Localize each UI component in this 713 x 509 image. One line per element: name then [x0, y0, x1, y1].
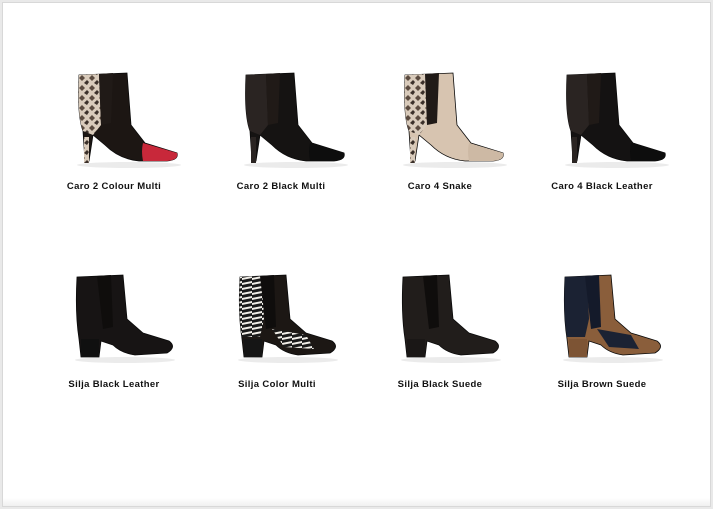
boot-image[interactable]: [365, 263, 515, 373]
boot-heel: [244, 339, 262, 357]
product-name[interactable]: Silja Brown Suede: [522, 379, 682, 390]
boot-image[interactable]: [527, 65, 677, 175]
boot-panel: [564, 276, 589, 337]
product-name[interactable]: Caro 4 Snake: [360, 181, 520, 192]
boot-panel: [245, 74, 268, 135]
elastic-gore: [425, 73, 439, 125]
product-card[interactable]: Caro 2 Colour Multi: [34, 65, 194, 192]
product-card[interactable]: Silja Color Multi: [197, 263, 357, 390]
boot-panel: [404, 74, 427, 135]
boot-image[interactable]: [202, 263, 352, 373]
boot-image[interactable]: [365, 65, 515, 175]
boot-image[interactable]: [39, 263, 189, 373]
product-name[interactable]: Silja Black Leather: [34, 379, 194, 390]
boot-panel: [78, 74, 101, 135]
product-card[interactable]: Caro 4 Black Leather: [522, 65, 682, 192]
boot-heel: [410, 137, 415, 163]
product-name[interactable]: Caro 2 Black Multi: [201, 181, 361, 192]
product-name[interactable]: Caro 4 Black Leather: [522, 181, 682, 192]
product-card[interactable]: Silja Black Leather: [34, 263, 194, 390]
product-card[interactable]: Silja Black Suede: [360, 263, 520, 390]
boot-heel: [569, 339, 587, 357]
boot-toe: [309, 143, 345, 161]
catalog-page: Caro 2 Colour Multi Caro 2 Black Multi C…: [2, 2, 711, 507]
boot-heel: [407, 339, 425, 357]
boot-toe: [468, 143, 504, 161]
boot-image[interactable]: [206, 65, 356, 175]
boot-heel: [572, 137, 577, 163]
elastic-gore: [99, 73, 113, 125]
product-card[interactable]: Caro 2 Black Multi: [201, 65, 361, 192]
boot-heel: [251, 137, 256, 163]
elastic-gore: [587, 73, 601, 125]
boot-toe: [142, 143, 178, 161]
boot-heel: [81, 339, 99, 357]
boot-panel: [566, 74, 589, 135]
boot-panel: [239, 276, 264, 337]
boot-heel: [84, 137, 89, 163]
boot-image[interactable]: [39, 65, 189, 175]
boot-image[interactable]: [527, 263, 677, 373]
page-shadow: [3, 498, 710, 506]
boot-toe: [630, 143, 666, 161]
product-name[interactable]: Silja Color Multi: [197, 379, 357, 390]
product-name[interactable]: Caro 2 Colour Multi: [34, 181, 194, 192]
product-name[interactable]: Silja Black Suede: [360, 379, 520, 390]
product-card[interactable]: Silja Brown Suede: [522, 263, 682, 390]
product-card[interactable]: Caro 4 Snake: [360, 65, 520, 192]
elastic-gore: [266, 73, 280, 125]
